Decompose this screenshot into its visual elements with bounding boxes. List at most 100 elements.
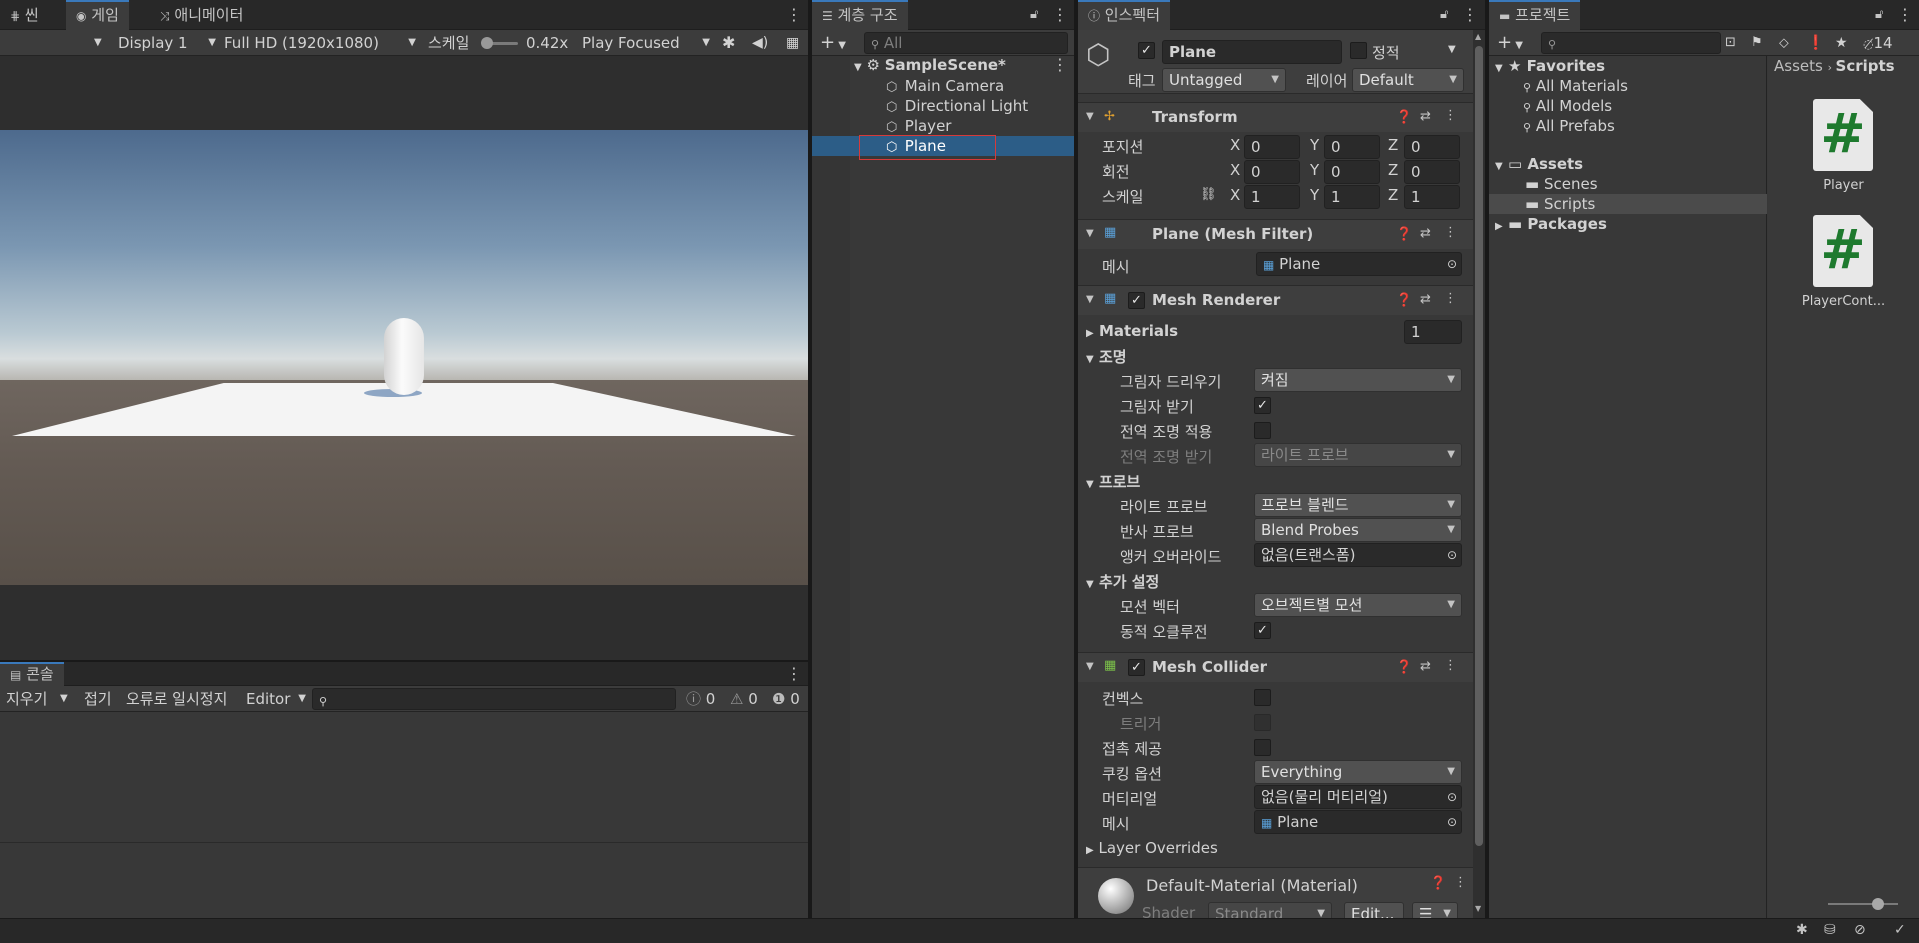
favorite-star-icon[interactable]: ★ — [1835, 30, 1848, 56]
rotation-x-field[interactable]: 0 — [1244, 160, 1300, 184]
active-checkbox[interactable]: ✓ — [1138, 42, 1155, 59]
cast-shadows-dropdown[interactable]: 켜짐 ▼ — [1254, 368, 1462, 392]
tab-hierarchy[interactable]: ☰ 계층 구조 — [812, 0, 908, 30]
cache-server-icon[interactable]: ⛁ — [1824, 922, 1836, 938]
position-x-field[interactable]: 0 — [1244, 135, 1300, 159]
lock-icon[interactable]: 🔓︎ — [1030, 6, 1038, 24]
preset-icon[interactable]: ⇄ — [1420, 109, 1431, 124]
kebab-menu-icon[interactable]: ⋮ — [786, 665, 802, 683]
scale-x-field[interactable]: 1 — [1244, 185, 1300, 209]
hidden-packages-button[interactable]: ◌̸14 — [1863, 30, 1893, 56]
provides-contacts-checkbox[interactable] — [1254, 739, 1271, 756]
probes-foldout[interactable]: ▼ 프로브 — [1086, 471, 1140, 492]
scrollbar-thumb[interactable] — [1475, 46, 1483, 846]
preset-icon[interactable]: ⇄ — [1420, 226, 1431, 241]
audio-icon[interactable]: ◀) — [752, 30, 768, 56]
materials-count-field[interactable]: 1 — [1404, 320, 1462, 344]
preset-icon[interactable]: ⇄ — [1420, 292, 1431, 307]
tab-inspector[interactable]: ⓘ 인스펙터 — [1078, 0, 1170, 30]
error-count-button[interactable]: ❶ 0 — [772, 686, 800, 712]
zoom-slider-track[interactable] — [1828, 903, 1898, 905]
lock-icon[interactable]: 🔓︎ — [1440, 6, 1448, 24]
mesh-object-field[interactable]: ▦ Plane ⊙ — [1256, 252, 1462, 276]
importlog-icon[interactable]: ❗ — [1807, 30, 1824, 56]
play-mode-dropdown[interactable]: Play Focused ▼ — [582, 30, 710, 56]
create-button[interactable]: + ▼ — [820, 30, 846, 56]
warning-count-button[interactable]: ⚠ 0 — [730, 686, 758, 712]
convex-checkbox[interactable] — [1254, 689, 1271, 706]
scale-z-field[interactable]: 1 — [1404, 185, 1460, 209]
bug-icon[interactable]: ✱ — [722, 30, 735, 56]
lock-icon[interactable]: 🔓︎ — [1875, 6, 1883, 24]
materials-foldout[interactable]: ▶ Materials — [1086, 322, 1178, 340]
zoom-slider-handle[interactable] — [1872, 898, 1884, 910]
constrain-proportions-icon[interactable]: ⛓ — [1200, 187, 1217, 202]
kebab-menu-icon[interactable]: ⋮ — [1462, 6, 1478, 24]
rotation-y-field[interactable]: 0 — [1324, 160, 1380, 184]
scrollbar-down-arrow[interactable]: ▼ — [1475, 904, 1481, 913]
project-search-input[interactable]: ⚲ — [1541, 32, 1721, 54]
position-z-field[interactable]: 0 — [1404, 135, 1460, 159]
kebab-menu-icon[interactable]: ⋮ — [1052, 6, 1068, 24]
tab-project[interactable]: ▬ 프로젝트 — [1489, 0, 1581, 30]
additional-settings-foldout[interactable]: ▼ 추가 설정 — [1086, 571, 1159, 592]
help-icon[interactable]: ❓ — [1396, 110, 1412, 125]
console-search-input[interactable]: ⚲ — [312, 688, 676, 710]
auto-generate-lighting-icon[interactable]: ⊘ — [1854, 922, 1866, 938]
game-view-dropdown[interactable]: ▼ — [94, 30, 102, 56]
tag-dropdown[interactable]: Untagged ▼ — [1162, 68, 1286, 92]
cooking-options-dropdown[interactable]: Everything ▼ — [1254, 760, 1462, 784]
csharp-script-icon[interactable]: # — [1813, 99, 1873, 171]
error-pause-button[interactable]: 오류로 일시정지 — [126, 686, 227, 712]
motion-vectors-dropdown[interactable]: 오브젝트별 모션 ▼ — [1254, 593, 1462, 617]
rotation-z-field[interactable]: 0 — [1404, 160, 1460, 184]
hierarchy-search-input[interactable]: ⚲ All — [864, 32, 1068, 54]
breadcrumb-scripts[interactable]: Scripts — [1836, 57, 1895, 75]
mesh-collider-header[interactable]: ▼ ▦ ✓ Mesh Collider ❓ ⇄ ⋮ — [1078, 652, 1485, 682]
shader-dropdown[interactable]: Standard ▼ — [1208, 902, 1332, 918]
mesh-filter-header[interactable]: ▼ ▦ Plane (Mesh Filter) ❓ ⇄ ⋮ — [1078, 219, 1485, 249]
hierarchy-item-main-camera[interactable]: ⬡ Main Camera — [886, 76, 1004, 96]
editor-dropdown[interactable]: Editor ▼ — [246, 686, 306, 712]
tab-animator[interactable]: ⤨ 애니메이터 — [150, 0, 253, 30]
asset-playercontroller[interactable]: PlayerCont... — [1768, 292, 1919, 312]
favorite-all-prefabs[interactable]: ⚲ All Prefabs — [1523, 116, 1615, 136]
csharp-script-icon[interactable]: # — [1813, 215, 1873, 287]
layer-dropdown[interactable]: Default ▼ — [1352, 68, 1464, 92]
shader-options-dropdown[interactable]: ☰ ▼ — [1412, 902, 1458, 918]
kebab-menu-icon[interactable]: ⋮ — [1897, 6, 1913, 24]
scene-menu-icon[interactable]: ⋮ — [1052, 56, 1068, 74]
scale-y-field[interactable]: 1 — [1324, 185, 1380, 209]
inspector-scrollbar[interactable]: ▲ ▼ — [1473, 30, 1485, 918]
favorite-all-materials[interactable]: ⚲ All Materials — [1523, 76, 1628, 96]
create-button[interactable]: + ▼ — [1497, 30, 1523, 56]
physic-material-field[interactable]: 없음(물리 머티리얼) ⊙ — [1254, 785, 1462, 809]
static-dropdown-arrow[interactable]: ▼ — [1448, 44, 1456, 55]
tab-game[interactable]: ◉ 게임 — [66, 0, 129, 30]
progress-check-icon[interactable]: ✓ — [1894, 922, 1906, 938]
help-icon[interactable]: ❓ — [1396, 293, 1412, 308]
kebab-menu-icon[interactable]: ⋮ — [1454, 875, 1467, 890]
object-picker-icon[interactable]: ⊙ — [1447, 811, 1457, 833]
favorites-foldout[interactable]: ▼ ★ Favorites — [1495, 56, 1605, 76]
position-y-field[interactable]: 0 — [1324, 135, 1380, 159]
anchor-override-field[interactable]: 없음(트랜스폼) ⊙ — [1254, 543, 1462, 567]
log-count-button[interactable]: ⓘ 0 — [686, 686, 715, 712]
kebab-menu-icon[interactable]: ⋮ — [1444, 108, 1457, 123]
help-icon[interactable]: ❓ — [1430, 876, 1446, 891]
object-name-field[interactable]: Plane — [1162, 40, 1342, 64]
favorite-all-models[interactable]: ⚲ All Models — [1523, 96, 1612, 116]
object-picker-icon[interactable]: ⊙ — [1447, 253, 1457, 275]
resolution-dropdown[interactable]: Full HD (1920x1080) ▼ — [224, 30, 416, 56]
help-icon[interactable]: ❓ — [1396, 227, 1412, 242]
static-checkbox[interactable] — [1350, 42, 1367, 59]
reflection-probes-dropdown[interactable]: Blend Probes ▼ — [1254, 518, 1462, 542]
packages-foldout[interactable]: ▶ ▬ Packages — [1495, 214, 1607, 234]
kebab-menu-icon[interactable]: ⋮ — [1444, 225, 1457, 240]
tab-scene[interactable]: ⋕ 씬 — [0, 0, 49, 30]
search-by-label-icon[interactable]: ⬦ — [1779, 30, 1789, 56]
scrollbar-up-arrow[interactable]: ▲ — [1475, 32, 1481, 41]
object-picker-icon[interactable]: ⊙ — [1447, 544, 1457, 566]
shader-edit-button[interactable]: Edit... — [1344, 902, 1404, 918]
folder-scenes[interactable]: ▬ Scenes — [1525, 174, 1598, 194]
